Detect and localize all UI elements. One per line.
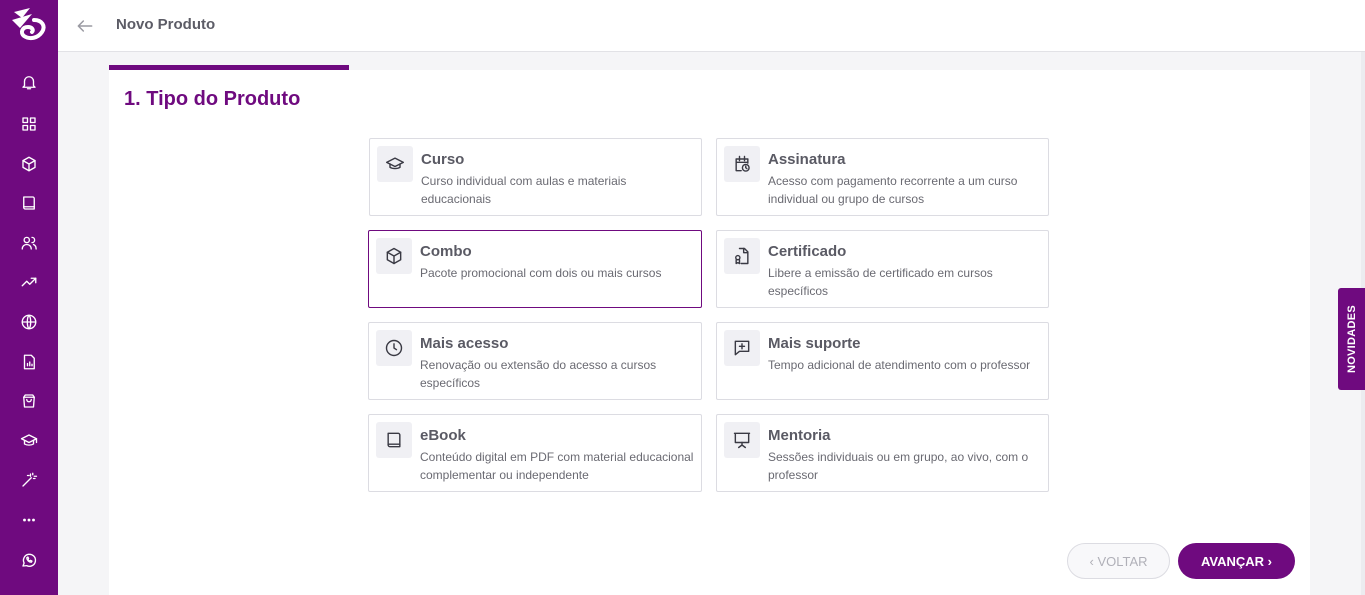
card-title: Assinatura — [768, 151, 846, 168]
report-icon[interactable] — [17, 350, 41, 374]
products-box-icon[interactable] — [17, 152, 41, 176]
message-plus-icon — [724, 330, 760, 366]
main-panel: 1. Tipo do Produto Curso Curso individua… — [109, 65, 1310, 595]
users-icon[interactable] — [17, 231, 41, 255]
card-title: Mentoria — [768, 427, 831, 444]
card-title: Certificado — [768, 243, 847, 260]
card-title: Mais acesso — [420, 335, 509, 352]
magic-wand-icon[interactable] — [17, 468, 41, 492]
product-type-mais-suporte[interactable]: Mais suporte Tempo adicional de atendime… — [716, 322, 1049, 400]
product-type-curso[interactable]: Curso Curso individual com aulas e mater… — [369, 138, 702, 216]
chevron-right-icon: › — [1267, 553, 1273, 569]
logo-icon — [12, 8, 46, 41]
product-type-assinatura[interactable]: Assinatura Acesso com pagamento recorren… — [716, 138, 1049, 216]
back-button[interactable]: ‹ VOLTAR — [1067, 543, 1170, 579]
globe-icon[interactable] — [17, 310, 41, 334]
novidades-tab[interactable]: NOVIDADES — [1338, 288, 1365, 390]
product-type-mais-acesso[interactable]: Mais acesso Renovação ou extensão do ace… — [368, 322, 702, 400]
card-description: Pacote promocional com dois ou mais curs… — [420, 266, 662, 280]
product-type-mentoria[interactable]: Mentoria Sessões individuais ou em grupo… — [716, 414, 1049, 492]
more-icon[interactable] — [17, 508, 41, 532]
trending-up-icon[interactable] — [17, 270, 41, 294]
certificate-icon — [724, 238, 760, 274]
product-type-combo[interactable]: Combo Pacote promocional com dois ou mai… — [368, 230, 702, 308]
sidebar — [0, 0, 58, 595]
card-description: Libere a emissão de certificado em curso… — [768, 266, 993, 298]
next-button[interactable]: AVANÇAR › — [1178, 543, 1295, 579]
product-type-ebook[interactable]: eBook Conteúdo digital em PDF com materi… — [368, 414, 702, 492]
graduation-cap-icon[interactable] — [17, 429, 41, 453]
book-icon[interactable] — [17, 191, 41, 215]
card-title: Combo — [420, 243, 472, 260]
card-title: Mais suporte — [768, 335, 861, 352]
card-description: Sessões individuais ou em grupo, ao vivo… — [768, 450, 1029, 482]
product-type-certificado[interactable]: Certificado Libere a emissão de certific… — [716, 230, 1049, 308]
notifications-icon[interactable] — [17, 70, 41, 94]
whatsapp-icon[interactable] — [17, 548, 41, 572]
calendar-clock-icon — [724, 146, 760, 182]
header: Novo Produto — [58, 0, 1365, 52]
next-button-label: AVANÇAR — [1200, 553, 1265, 569]
clock-icon — [376, 330, 412, 366]
step-progress-bar — [109, 65, 349, 70]
dashboard-icon[interactable] — [17, 112, 41, 136]
card-description: Renovação ou extensão do acesso a cursos… — [420, 358, 657, 390]
card-title: eBook — [420, 427, 466, 444]
logo[interactable] — [8, 4, 50, 46]
box-icon — [376, 238, 412, 274]
card-description: Tempo adicional de atendimento com o pro… — [768, 358, 1031, 372]
chevron-left-icon: ‹ — [1089, 553, 1094, 569]
book-icon — [376, 422, 412, 458]
graduation-cap-icon — [377, 146, 413, 182]
card-title: Curso — [421, 151, 465, 168]
back-arrow-icon[interactable] — [72, 13, 98, 39]
step-title: 1. Tipo do Produto — [124, 88, 301, 110]
presentation-icon — [724, 422, 760, 458]
card-description: Conteúdo digital em PDF com material edu… — [420, 450, 694, 482]
shopping-bag-icon[interactable] — [17, 389, 41, 413]
page-title: Novo Produto — [116, 16, 216, 33]
card-description: Curso individual com aulas e materiais e… — [421, 174, 627, 206]
novidades-label: NOVIDADES — [1345, 304, 1358, 374]
card-description: Acesso com pagamento recorrente a um cur… — [768, 174, 1018, 206]
back-button-label: VOLTAR — [1097, 553, 1148, 569]
